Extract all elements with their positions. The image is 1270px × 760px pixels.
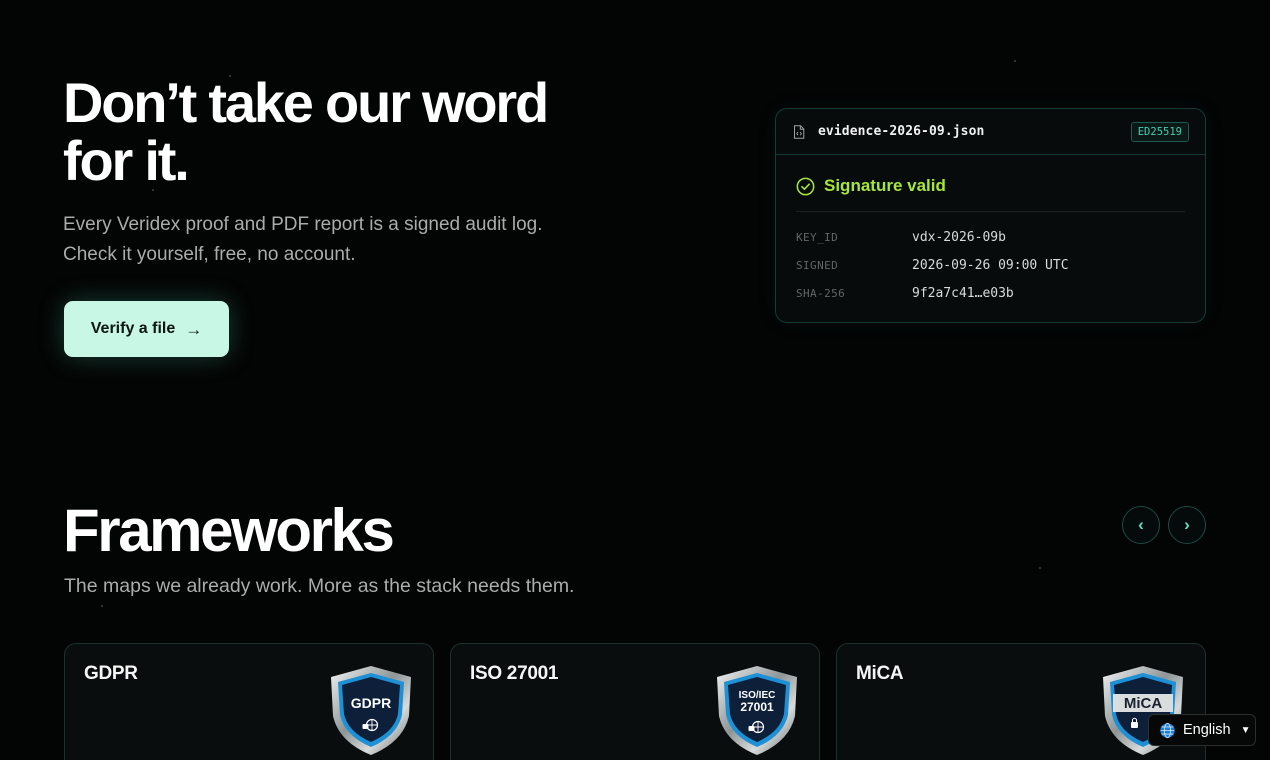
file-code-icon [793, 124, 805, 139]
verify-file-button-label: Verify a file [90, 320, 176, 337]
evidence-filename: evidence-2026-09.json [818, 124, 985, 139]
check-circle-icon [796, 177, 815, 196]
carousel-prev-button[interactable]: ‹ [1122, 506, 1160, 544]
verify-file-button[interactable]: Verify a file → [64, 301, 229, 357]
language-label: English [1183, 722, 1231, 738]
field-key-id: KEY_ID vdx-2026-09b [796, 230, 1006, 245]
frameworks-subtitle: The maps we already work. More as the st… [64, 575, 575, 597]
badge-text: 27001 [740, 700, 774, 714]
field-value: 9f2a7c41…e03b [912, 286, 1014, 301]
carousel-next-button[interactable]: › [1168, 506, 1206, 544]
hero-title: Don’t take our word for it. [63, 71, 549, 192]
globe-icon [1159, 722, 1176, 739]
field-value: 2026-09-26 09:00 UTC [912, 258, 1069, 273]
frameworks-title: Frameworks [63, 497, 395, 564]
field-key: SHA-256 [796, 287, 846, 300]
evidence-card-header: evidence-2026-09.json ED25519 [776, 109, 1205, 155]
background-star [1014, 60, 1016, 62]
iso-27001-shield-badge-icon: ISO/IEC 27001 [717, 666, 797, 755]
background-star [1039, 567, 1041, 569]
chevron-right-icon: › [1184, 515, 1190, 534]
algorithm-badge: ED25519 [1130, 121, 1189, 142]
language-selector[interactable]: English ▼ [1148, 714, 1256, 746]
signature-status: Signature valid [796, 176, 946, 196]
framework-name: ISO 27001 [470, 663, 559, 684]
gdpr-shield-badge-icon: GDPR [331, 666, 411, 755]
framework-card-iso27001[interactable]: ISO 27001 ISO/IEC 27001 [450, 643, 820, 760]
field-value: vdx-2026-09b [912, 230, 1006, 245]
divider [796, 211, 1185, 212]
field-key: KEY_ID [796, 231, 839, 244]
evidence-card: evidence-2026-09.json ED25519 Signature … [775, 108, 1206, 323]
caret-down-icon: ▼ [1240, 724, 1251, 736]
badge-text: MiCA [1124, 695, 1162, 712]
arrow-right-icon: → [185, 319, 203, 339]
chevron-left-icon: ‹ [1138, 515, 1144, 534]
field-key: SIGNED [796, 259, 839, 272]
framework-name: GDPR [84, 663, 138, 684]
framework-name: MiCA [856, 663, 904, 684]
hero-subtitle: Every Veridex proof and PDF report is a … [63, 214, 543, 265]
framework-card-gdpr[interactable]: GDPR GDPR [64, 643, 434, 760]
badge-text: GDPR [351, 695, 391, 711]
field-sha256: SHA-256 9f2a7c41…e03b [796, 286, 1014, 301]
signature-status-label: Signature valid [824, 176, 946, 195]
field-signed: SIGNED 2026-09-26 09:00 UTC [796, 258, 1069, 273]
background-star [101, 605, 103, 607]
